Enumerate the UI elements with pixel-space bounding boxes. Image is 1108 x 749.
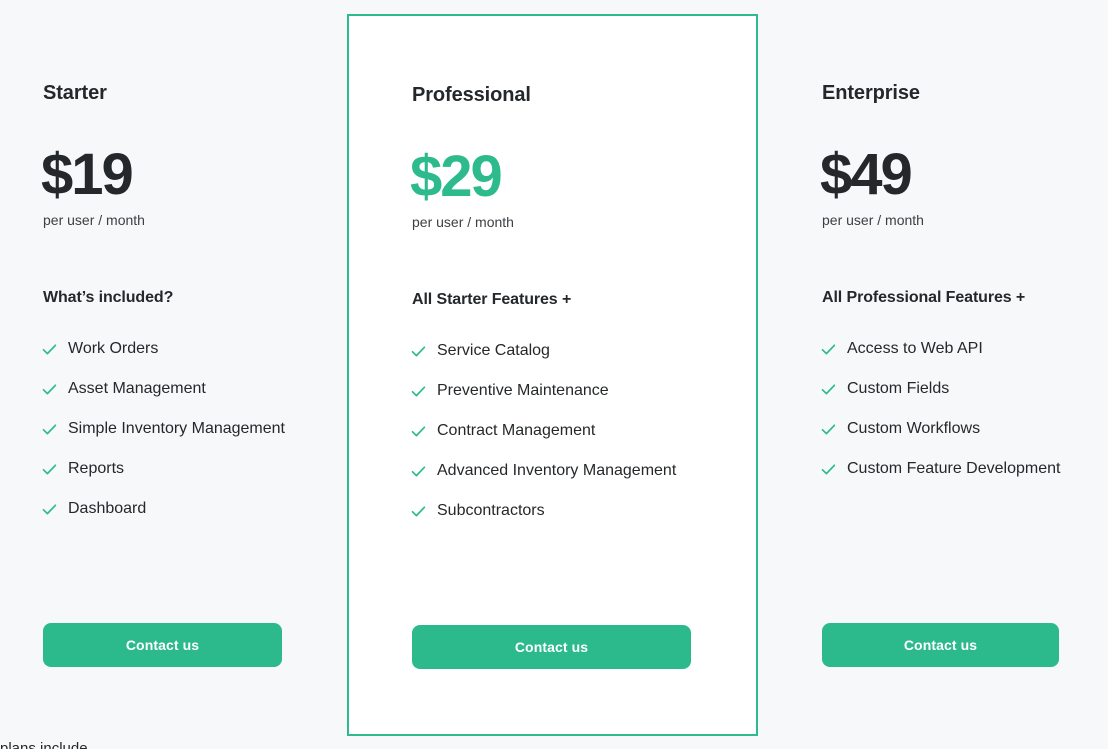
feature-item: Work Orders xyxy=(41,333,301,365)
feature-label: Advanced Inventory Management xyxy=(437,462,677,480)
pricing-card-professional: Professional $29 per user / month All St… xyxy=(347,0,758,749)
feature-item: Dashboard xyxy=(41,493,301,525)
plan-name: Starter xyxy=(43,82,107,104)
plan-price-period: per user / month xyxy=(412,214,514,230)
plan-price-period: per user / month xyxy=(822,212,924,228)
feature-label: Preventive Maintenance xyxy=(437,382,609,400)
plans-include-footnote: plans include xyxy=(0,740,88,749)
pricing-plans-grid: Starter $19 per user / month What’s incl… xyxy=(0,0,1108,749)
check-icon xyxy=(410,343,427,360)
feature-label: Contract Management xyxy=(437,422,596,440)
check-icon xyxy=(410,423,427,440)
check-icon xyxy=(41,381,58,398)
feature-item: Custom Workflows xyxy=(820,413,1095,445)
pricing-card-starter: Starter $19 per user / month What’s incl… xyxy=(0,0,347,749)
check-icon xyxy=(410,383,427,400)
features-title: All Professional Features + xyxy=(822,289,1026,306)
feature-item: Asset Management xyxy=(41,373,301,405)
feature-label: Service Catalog xyxy=(437,342,550,360)
feature-item: Subcontractors xyxy=(410,495,700,527)
feature-label: Custom Workflows xyxy=(847,420,981,438)
contact-us-button[interactable]: Contact us xyxy=(822,623,1059,667)
plan-name: Professional xyxy=(412,84,531,106)
feature-label: Work Orders xyxy=(68,340,159,358)
feature-item: Custom Fields xyxy=(820,373,1095,405)
features-title: What’s included? xyxy=(43,289,174,306)
feature-label: Dashboard xyxy=(68,500,147,518)
plan-price: $19 xyxy=(41,142,134,207)
plan-name: Enterprise xyxy=(822,82,920,104)
feature-item: Preventive Maintenance xyxy=(410,375,700,407)
feature-item: Access to Web API xyxy=(820,333,1095,365)
check-icon xyxy=(820,421,837,438)
feature-item: Advanced Inventory Management xyxy=(410,455,700,487)
feature-item: Simple Inventory Management xyxy=(41,413,301,445)
feature-item: Custom Feature Development xyxy=(820,453,1095,485)
feature-list: Work Orders Asset Management Simple Inve… xyxy=(41,333,301,533)
feature-label: Asset Management xyxy=(68,380,206,398)
feature-list: Service Catalog Preventive Maintenance C… xyxy=(410,335,700,535)
feature-label: Custom Feature Development xyxy=(847,460,1061,478)
features-title: All Starter Features + xyxy=(412,291,572,308)
feature-label: Custom Fields xyxy=(847,380,950,398)
plan-price: $29 xyxy=(410,144,503,209)
plan-price: $49 xyxy=(820,142,913,207)
feature-item: Service Catalog xyxy=(410,335,700,367)
check-icon xyxy=(410,503,427,520)
feature-label: Simple Inventory Management xyxy=(68,420,285,438)
check-icon xyxy=(41,421,58,438)
pricing-card-enterprise: Enterprise $49 per user / month All Prof… xyxy=(758,0,1108,749)
check-icon xyxy=(820,381,837,398)
feature-label: Subcontractors xyxy=(437,502,545,520)
feature-list: Access to Web API Custom Fields Custom W… xyxy=(820,333,1095,493)
feature-label: Access to Web API xyxy=(847,340,983,358)
contact-us-button[interactable]: Contact us xyxy=(43,623,282,667)
check-icon xyxy=(41,341,58,358)
check-icon xyxy=(410,463,427,480)
feature-label: Reports xyxy=(68,460,125,478)
check-icon xyxy=(41,501,58,518)
check-icon xyxy=(41,461,58,478)
feature-item: Contract Management xyxy=(410,415,700,447)
contact-us-button[interactable]: Contact us xyxy=(412,625,691,669)
feature-item: Reports xyxy=(41,453,301,485)
check-icon xyxy=(820,461,837,478)
plan-price-period: per user / month xyxy=(43,212,145,228)
check-icon xyxy=(820,341,837,358)
